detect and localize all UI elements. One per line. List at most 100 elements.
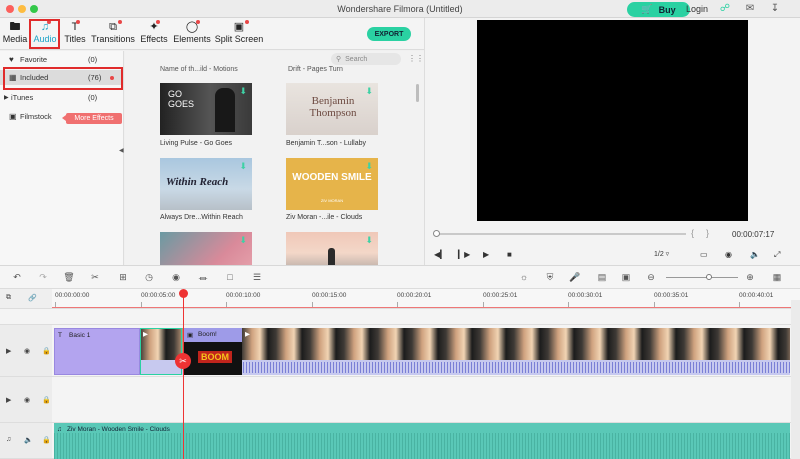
adjust-icon[interactable]: ☰: [251, 272, 263, 283]
mail-icon[interactable]: ✉: [744, 3, 756, 15]
timeline-scrollbar[interactable]: [791, 300, 800, 459]
fullscreen-icon[interactable]: ⤢: [774, 250, 780, 260]
scissors-icon[interactable]: ✂: [175, 353, 191, 369]
download-icon[interactable]: ⬇: [239, 86, 247, 97]
zoom-slider-handle[interactable]: [706, 274, 712, 280]
preview-timecode: 00:00:07:17: [732, 230, 775, 239]
zoom-out-icon[interactable]: ⊖: [645, 272, 657, 283]
tab-label: Effects: [140, 34, 168, 44]
fit-timeline-icon[interactable]: ▦: [771, 272, 783, 283]
timeline-header-left: ⧉ 🔗: [0, 289, 52, 309]
preview-panel: {} 00:00:07:17 ◀▎ ▎▶ ▶ ■ 1/2 ▿ ▭ ◉ 🔈 ⤢: [424, 18, 800, 265]
zoom-slider[interactable]: [666, 277, 738, 278]
green-screen-icon[interactable]: □: [224, 272, 236, 282]
library-scrollbar[interactable]: [416, 84, 419, 102]
eye-icon[interactable]: ◉: [24, 347, 30, 355]
speaker-icon[interactable]: 🔈: [24, 436, 33, 444]
timeline-ruler[interactable]: 00:00:00:00 00:00:05:00 00:00:10:00 00:0…: [52, 289, 800, 309]
audio-thumbnail[interactable]: WOODEN SMILE ZIV MORAN ⬇: [286, 158, 378, 210]
color-icon[interactable]: ◉: [170, 272, 182, 283]
audio-thumbnail[interactable]: ⬇: [160, 232, 252, 265]
tab-titles[interactable]: T Titles: [62, 20, 88, 48]
headset-icon[interactable]: ☍: [719, 3, 731, 15]
playhead[interactable]: [183, 292, 184, 459]
audio-tab-highlight: [29, 19, 60, 49]
display-icon[interactable]: ▭: [700, 250, 708, 259]
lock-icon[interactable]: 🔒: [42, 347, 51, 355]
mark-in-out-icon[interactable]: {}: [691, 228, 721, 238]
skip-back-icon[interactable]: ◀▎: [434, 250, 446, 259]
lock-icon[interactable]: 🔒: [42, 436, 51, 444]
speed-icon[interactable]: ◷: [143, 272, 155, 283]
download-icon[interactable]: ⬇: [239, 235, 247, 246]
buy-button[interactable]: 🛒 Buy: [627, 2, 690, 17]
render-bar: [52, 307, 792, 308]
preview-progress-handle[interactable]: [433, 230, 440, 237]
collapse-sidebar-icon[interactable]: ◀: [119, 147, 124, 154]
snapshot-icon[interactable]: ◉: [725, 250, 732, 259]
delete-icon[interactable]: 🗑: [63, 272, 75, 283]
title-bar: Wondershare Filmora (Untitled) 🛒 Buy Log…: [0, 0, 800, 18]
grid-view-icon[interactable]: ⋮⋮: [408, 54, 424, 63]
tab-media[interactable]: 🖿 Media: [2, 20, 28, 48]
track-spacer: [0, 309, 52, 325]
tab-transitions[interactable]: ⧉ Transitions: [90, 20, 136, 48]
marker-icon[interactable]: ⛨: [544, 272, 556, 283]
login-link[interactable]: Login: [686, 4, 708, 14]
volume-icon[interactable]: 🔈: [750, 250, 760, 259]
audio-thumbnail[interactable]: Benjamin Thompson ⬇: [286, 83, 378, 135]
video-track-header: ▶ ◉ 🔒: [0, 377, 52, 423]
record-voice-icon[interactable]: 🎤: [569, 272, 581, 283]
boom-clip[interactable]: ▣ Boom! BOOM: [184, 328, 242, 375]
title-clip-icon: T: [58, 332, 62, 339]
zoom-in-icon[interactable]: ⊕: [744, 272, 756, 283]
tab-elements[interactable]: ◯ Elements: [172, 20, 212, 48]
video-clip[interactable]: ▶ ▣ Boom! BOOM ▶: [140, 328, 790, 375]
download-icon[interactable]: ↧: [769, 3, 781, 15]
download-icon[interactable]: ⬇: [365, 161, 373, 172]
sidebar-item-count: (0): [88, 92, 98, 102]
thumbnail-text: Within Reach: [166, 176, 229, 188]
audio-mixer-icon[interactable]: ⏛: [197, 272, 209, 285]
preview-progress-bar[interactable]: [436, 233, 686, 235]
playback-ratio-select[interactable]: 1/2 ▿: [654, 250, 669, 258]
audio-clip[interactable]: ♫ Ziv Moran - Wooden Smile - Clouds: [54, 423, 790, 459]
tab-effects[interactable]: ✦ Effects: [138, 20, 170, 48]
transition-icon: ⧉: [90, 20, 136, 34]
undo-icon[interactable]: ↶: [11, 272, 23, 283]
thumbnail-text: GO GOES: [168, 89, 195, 109]
audio-thumbnail[interactable]: ⬇: [286, 232, 378, 265]
audio-category-sidebar: ♥ Favorite (0) ▦ Included (76) ▶ iTunes …: [0, 51, 124, 265]
more-effects-tooltip[interactable]: More Effects: [62, 113, 122, 124]
triangle-right-icon: ▶: [4, 94, 9, 101]
preview-viewer[interactable]: [477, 20, 748, 221]
step-back-icon[interactable]: ▎▶: [458, 250, 470, 259]
download-icon[interactable]: ⬇: [365, 235, 373, 246]
title-clip[interactable]: T Basic 1: [54, 328, 140, 375]
audio-thumbnail[interactable]: GO GOES ⬇: [160, 83, 252, 135]
eye-icon[interactable]: ◉: [24, 396, 30, 404]
play-icon[interactable]: ▶: [483, 250, 489, 259]
redo-icon[interactable]: ↷: [37, 272, 49, 283]
stop-icon[interactable]: ■: [507, 250, 512, 259]
tab-split-screen[interactable]: ▣ Split Screen: [214, 20, 264, 48]
audio-stretch-icon[interactable]: ▤: [596, 272, 608, 283]
audio-thumbnail[interactable]: Within Reach ⬇: [160, 158, 252, 210]
lock-icon[interactable]: 🔒: [42, 396, 51, 404]
add-track-icon[interactable]: ⧉: [6, 294, 11, 302]
sidebar-item-itunes[interactable]: ▶ iTunes (0): [0, 90, 124, 104]
playhead-handle[interactable]: [179, 289, 188, 298]
crop-icon[interactable]: ⊞: [117, 272, 129, 283]
download-icon[interactable]: ⬇: [365, 86, 373, 97]
ruler-label: 00:00:10:00: [226, 292, 261, 299]
link-icon[interactable]: 🔗: [28, 294, 37, 302]
snap-icon[interactable]: ▣: [620, 272, 632, 283]
cut-icon[interactable]: ✂: [89, 272, 101, 283]
buy-label: Buy: [658, 4, 676, 15]
sidebar-item-favorite[interactable]: ♥ Favorite (0): [0, 52, 124, 66]
heart-icon: ♥: [9, 54, 14, 64]
search-input[interactable]: ⚲ Search: [331, 53, 401, 65]
export-button[interactable]: EXPORT: [367, 27, 411, 41]
render-icon[interactable]: ☼: [518, 272, 530, 282]
download-icon[interactable]: ⬇: [239, 161, 247, 172]
